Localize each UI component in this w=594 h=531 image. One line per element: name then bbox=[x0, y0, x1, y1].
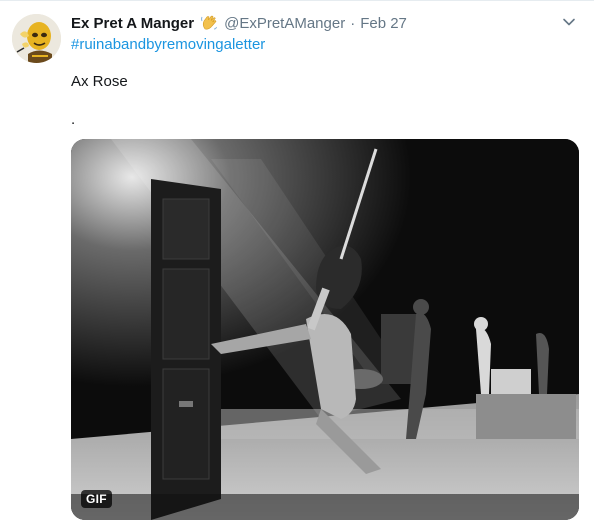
gif-media[interactable]: GIF bbox=[71, 139, 579, 520]
tweet[interactable]: Ex Pret A Manger @ExPretAManger · Feb 27… bbox=[0, 0, 594, 531]
gif-frame bbox=[71, 139, 579, 520]
avatar[interactable] bbox=[12, 14, 61, 63]
tweet-text-dot: . bbox=[71, 111, 76, 128]
tweet-text: Ax Rose bbox=[71, 73, 128, 90]
timestamp[interactable]: Feb 27 bbox=[360, 15, 407, 32]
tweet-header: Ex Pret A Manger @ExPretAManger · Feb 27 bbox=[71, 13, 554, 33]
gif-badge: GIF bbox=[81, 490, 112, 508]
chevron-down-icon[interactable] bbox=[560, 13, 578, 31]
user-handle[interactable]: @ExPretAManger bbox=[224, 15, 345, 32]
waving-hand-icon bbox=[200, 14, 218, 32]
hashtag-link[interactable]: #ruinabandbyremovingaletter bbox=[71, 36, 265, 53]
display-name[interactable]: Ex Pret A Manger bbox=[71, 15, 194, 32]
separator-dot: · bbox=[350, 14, 356, 32]
